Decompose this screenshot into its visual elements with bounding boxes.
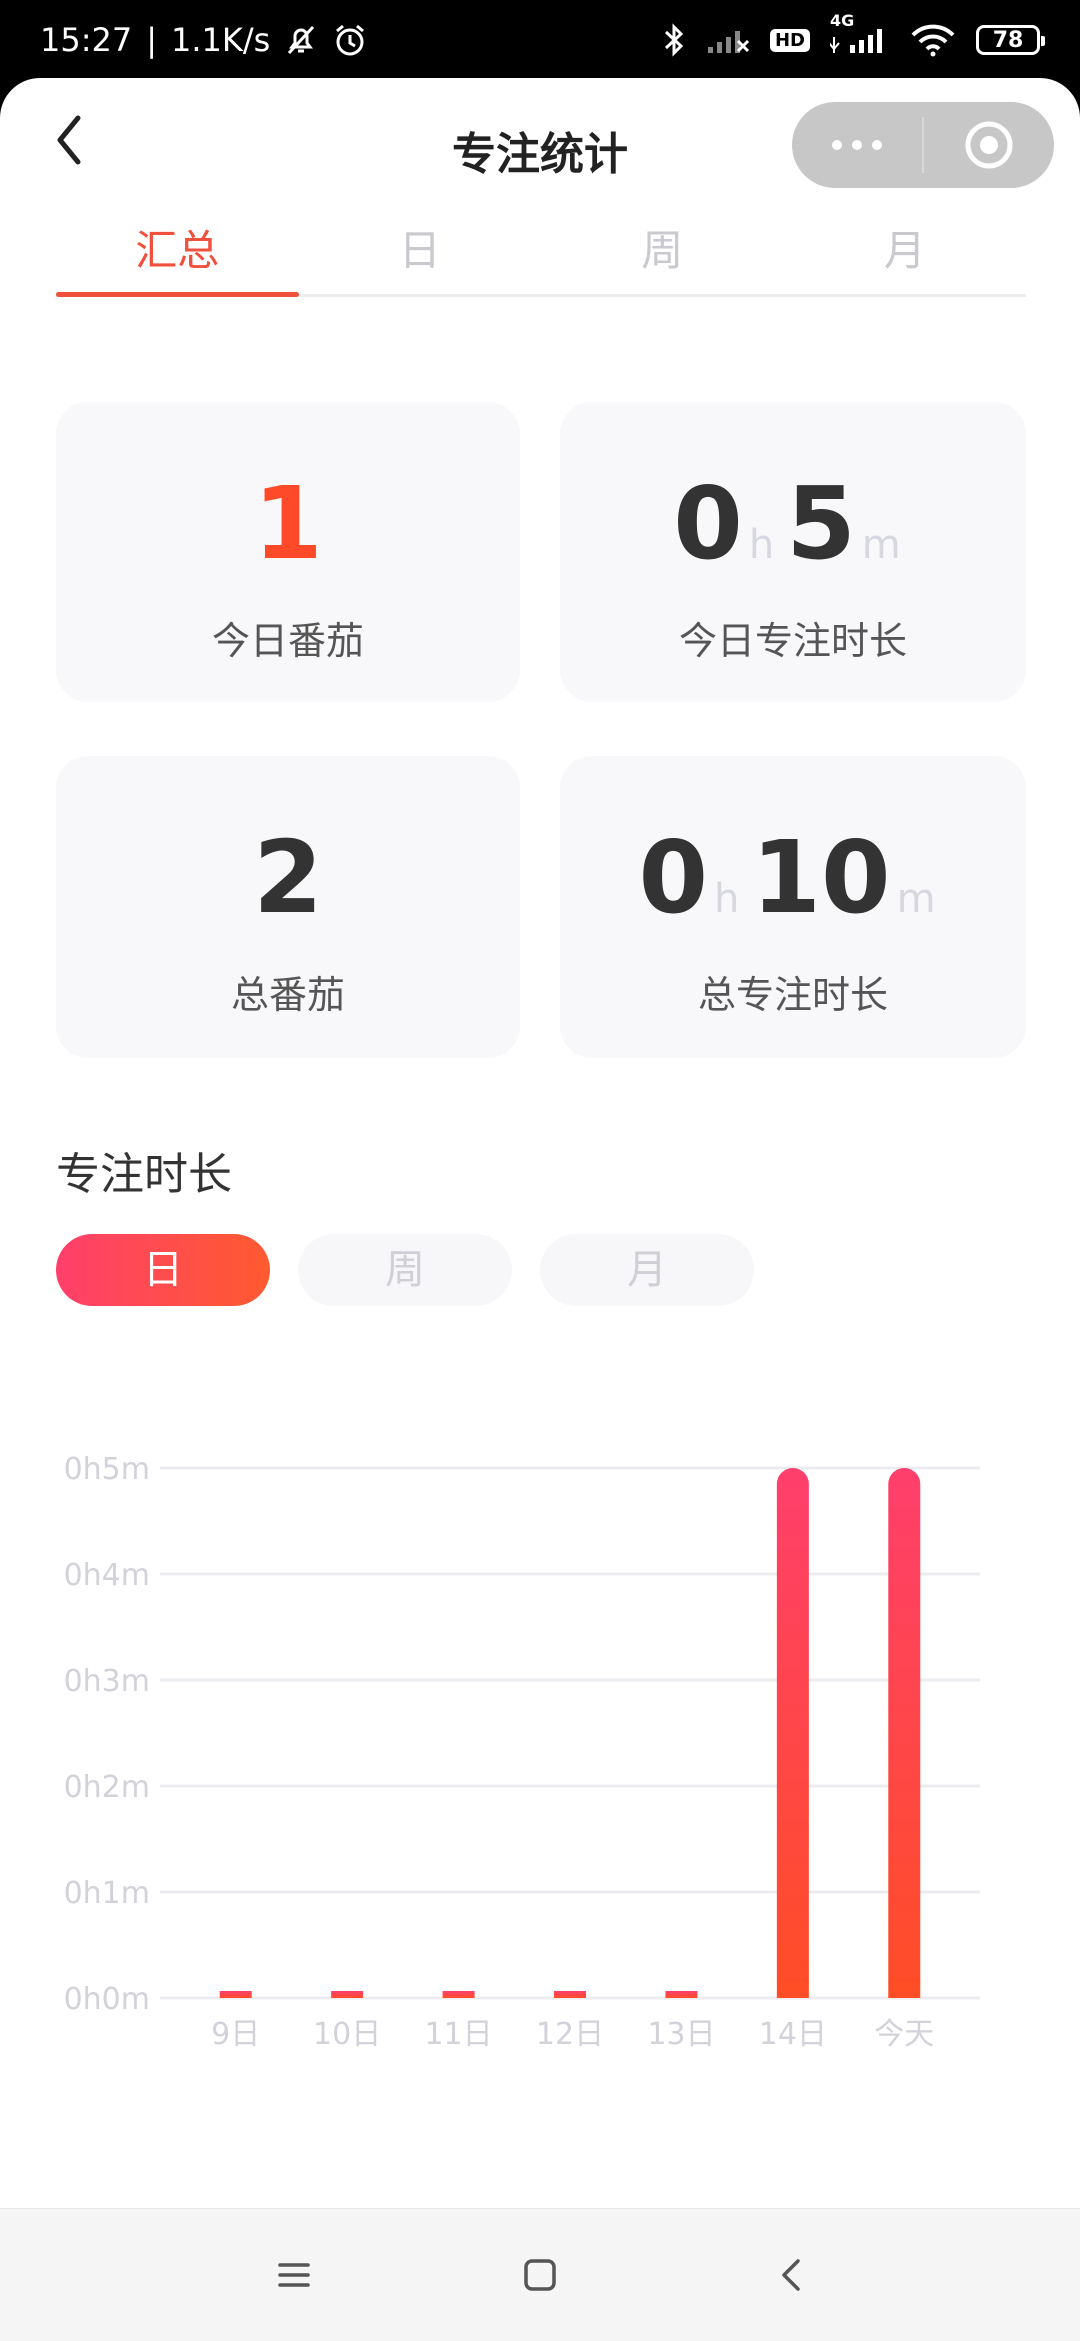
period-selector: 日 周 月 — [56, 1234, 754, 1306]
total-focus-value: 0 h 10 m — [560, 828, 1026, 928]
battery-icon: 78 — [976, 25, 1045, 55]
system-nav-bar — [0, 2208, 1080, 2341]
focus-duration-title: 专注时长 — [56, 1149, 232, 1200]
today-focus-label: 今日专注时长 — [678, 619, 907, 663]
total-focus-hours: 0 — [638, 819, 709, 936]
tab-summary[interactable]: 汇总 — [56, 208, 299, 297]
total-focus-card: 0 h 10 m 总专注时长 — [560, 756, 1026, 1058]
total-focus-label: 总专注时长 — [697, 973, 888, 1017]
today-pomodoro-card: 1 今日番茄 — [56, 402, 520, 702]
bar-base — [776, 1982, 809, 1998]
x-tick-label: 11日 — [424, 2017, 492, 2052]
bar — [665, 1991, 698, 1998]
status-divider: | — [146, 21, 157, 59]
square-icon — [524, 2259, 556, 2291]
tab-bar: 汇总 日 周 月 — [56, 208, 1026, 297]
bar — [776, 1468, 809, 1998]
x-tick-label: 12日 — [536, 2017, 604, 2052]
total-pomodoro-card: 2 总番茄 — [56, 756, 520, 1058]
bar — [554, 1991, 586, 1998]
bar-base — [888, 1982, 921, 1998]
alarm-icon — [332, 22, 368, 58]
triangle-back-icon — [782, 2259, 800, 2291]
tab-week[interactable]: 周 — [541, 208, 784, 294]
today-focus-minutes: 5 — [786, 465, 856, 582]
header: 专注统计 — [0, 78, 1080, 208]
today-focus-value: 0h5m — [560, 474, 1026, 574]
miniprogram-capsule — [792, 102, 1054, 188]
network-speed: 1.1K/s — [171, 21, 271, 59]
target-circle-icon — [965, 121, 1013, 169]
today-focus-hours: 0 — [673, 465, 743, 582]
today-pomodoro-value: 1 — [253, 465, 323, 582]
close-miniprogram-button[interactable] — [924, 102, 1054, 188]
y-tick-label: 0h3m — [64, 1664, 150, 1699]
home-button[interactable] — [516, 2251, 564, 2299]
period-month-pill[interactable]: 月 — [540, 1234, 754, 1306]
nav-back-button[interactable] — [768, 2251, 816, 2299]
signal-icon: 4G — [830, 11, 890, 55]
hd-icon: HD — [769, 28, 810, 52]
period-week-pill[interactable]: 周 — [298, 1234, 512, 1306]
x-tick-label: 14日 — [759, 2017, 827, 2052]
x-tick-label: 10日 — [313, 2017, 381, 2052]
menu-button[interactable] — [270, 2251, 318, 2299]
status-time: 15:27 — [40, 21, 133, 59]
tab-day[interactable]: 日 — [299, 208, 542, 294]
today-focus-hour-unit: h — [748, 522, 775, 568]
x-tick-label: 13日 — [647, 2017, 715, 2052]
period-day-pill[interactable]: 日 — [56, 1234, 270, 1306]
more-dots-icon — [832, 140, 882, 150]
x-tick-label: 9日 — [211, 2017, 260, 2052]
bar — [888, 1468, 921, 1998]
bluetooth-icon — [662, 22, 686, 58]
today-focus-minute-unit: m — [861, 522, 901, 568]
bar — [331, 1991, 364, 1998]
more-button[interactable] — [792, 102, 922, 188]
y-tick-label: 0h0m — [64, 1982, 150, 2017]
total-pomodoro-label: 总番茄 — [230, 973, 345, 1017]
total-focus-hour-unit: h — [714, 876, 740, 922]
y-tick-label: 0h1m — [64, 1876, 150, 1911]
focus-duration-chart: 0h0m 0h1m 0h2m 0h3m 0h4m 0h5m 9日 10日 11日 12日 13日 1… — [64, 1452, 980, 2052]
bell-off-icon — [284, 23, 318, 57]
signal-crossed-icon — [706, 25, 750, 55]
x-tick-label: 今天 — [874, 2017, 934, 2052]
y-tick-label: 0h4m — [64, 1558, 150, 1593]
app-screen: 专注统计 汇总 日 周 月 1 今日番茄 0h5m 今日专注时长 2 总番茄 0… — [0, 78, 1080, 2208]
total-focus-minutes: 10 — [751, 819, 891, 936]
total-pomodoro-value: 2 — [253, 819, 323, 936]
status-bar: 15:27 | 1.1K/s HD 4G 78 — [0, 0, 1080, 80]
y-tick-label: 0h5m — [64, 1452, 150, 1487]
today-pomodoro-label: 今日番茄 — [211, 619, 364, 663]
bar — [219, 1991, 252, 1998]
today-focus-card: 0h5m 今日专注时长 — [560, 402, 1026, 702]
bar — [442, 1991, 475, 1998]
wifi-icon — [910, 23, 956, 57]
tab-month[interactable]: 月 — [784, 208, 1027, 294]
total-focus-minute-unit: m — [896, 876, 936, 922]
y-tick-label: 0h2m — [64, 1770, 150, 1805]
menu-lines-icon — [278, 2263, 310, 2287]
